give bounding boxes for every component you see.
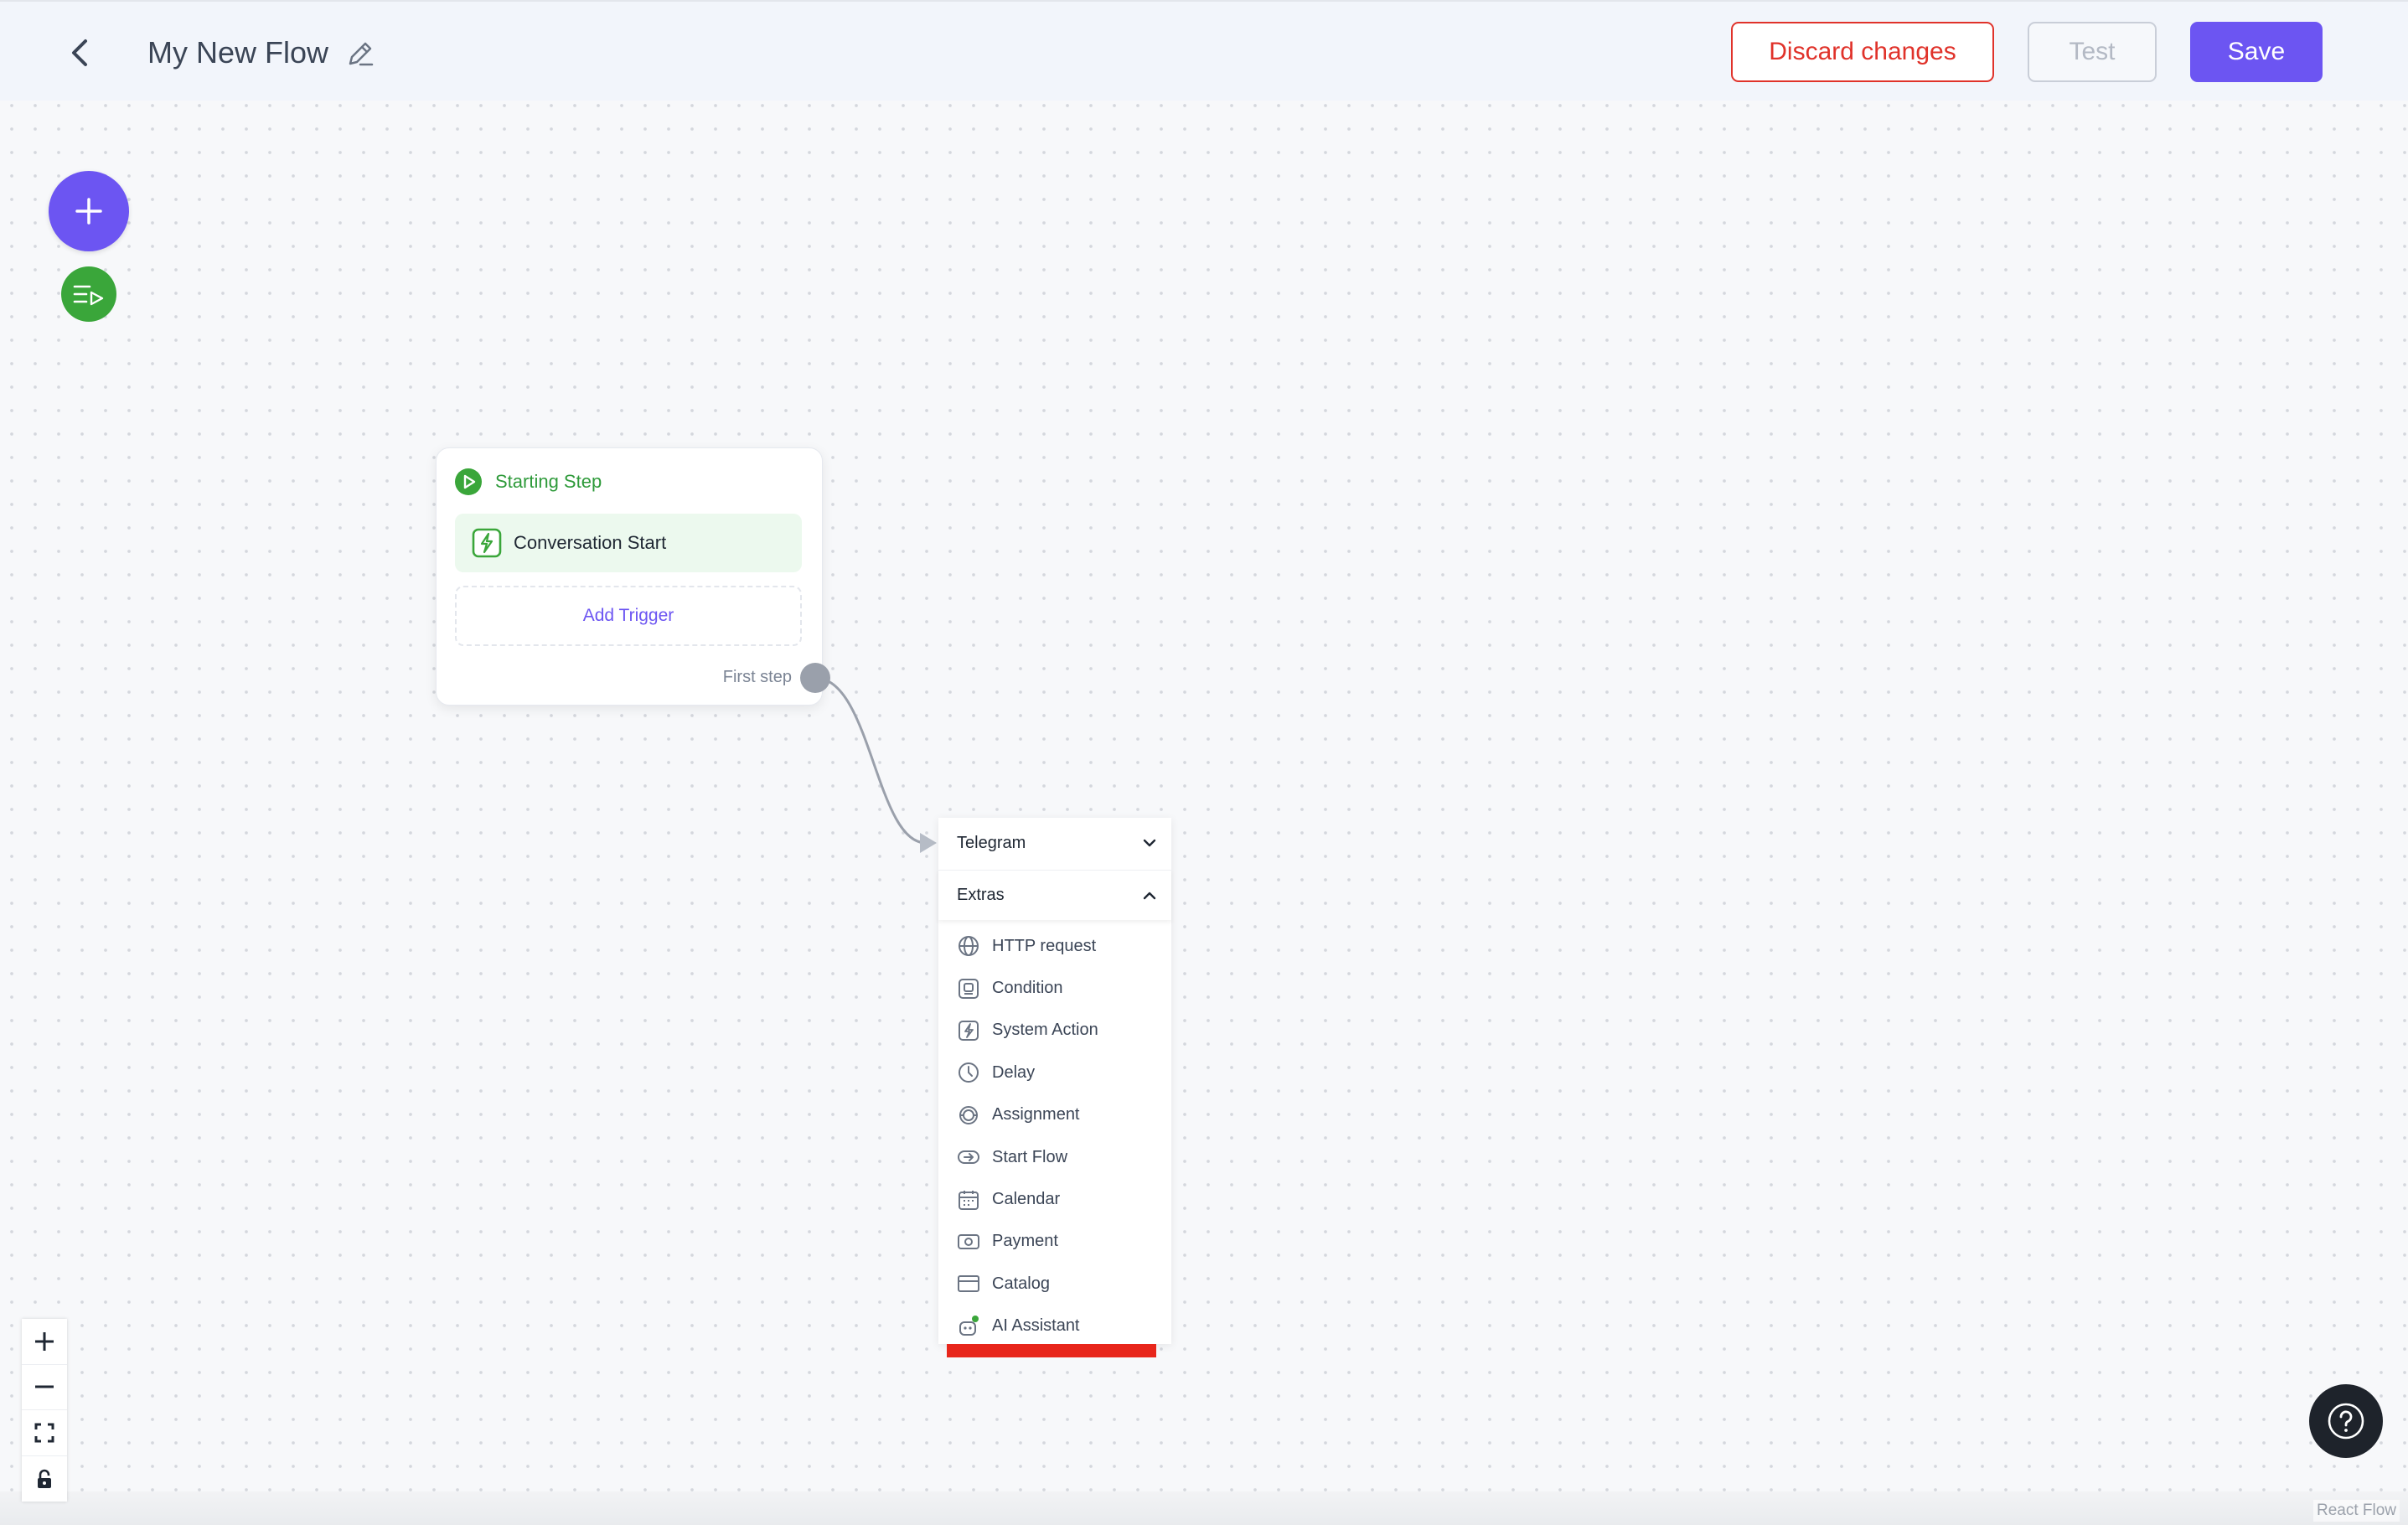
payment-icon <box>958 1233 979 1249</box>
menu-item-condition[interactable]: Condition <box>957 967 1098 1009</box>
question-circle-icon <box>2328 1403 2364 1440</box>
menu-item-label: Payment <box>992 1232 1058 1251</box>
menu-item-label: Catalog <box>992 1274 1050 1293</box>
section-extras[interactable]: Extras <box>938 870 1171 920</box>
menu-item-calendar[interactable]: Calendar <box>957 1178 1098 1220</box>
calendar-icon <box>959 1190 979 1210</box>
minus-icon <box>35 1385 54 1388</box>
globe-icon <box>959 936 979 957</box>
menu-item-label: HTTP request <box>992 936 1097 955</box>
play-circle-icon <box>455 468 482 495</box>
bolt-icon <box>959 1020 979 1041</box>
trigger-label: Conversation Start <box>514 532 667 553</box>
menu-item-http-request[interactable]: HTTP request <box>957 925 1098 967</box>
step-type-menu: Telegram Extras HTTP request Condition S… <box>938 818 1171 1344</box>
zoom-out-button[interactable] <box>22 1365 67 1410</box>
chevron-up-icon <box>1143 892 1156 899</box>
menu-item-label: Condition <box>992 979 1063 998</box>
condition-icon <box>959 978 979 999</box>
menu-item-start-flow[interactable]: Start Flow <box>957 1136 1098 1178</box>
chevron-down-icon <box>1143 839 1156 847</box>
menu-item-label: Delay <box>992 1062 1036 1082</box>
highlight-marker <box>947 1344 1156 1357</box>
plus-icon <box>35 1331 54 1351</box>
menu-item-delay[interactable]: Delay <box>957 1052 1098 1093</box>
fit-view-icon <box>34 1423 54 1443</box>
section-telegram[interactable]: Telegram <box>938 818 1171 868</box>
zoom-controls <box>22 1319 67 1502</box>
menu-item-catalog[interactable]: Catalog <box>957 1263 1098 1305</box>
menu-item-ai-assistant[interactable]: AI Assistant <box>957 1305 1098 1347</box>
connection-edge <box>814 676 937 853</box>
menu-item-label: Start Flow <box>992 1147 1068 1166</box>
trigger-conversation-start[interactable]: Conversation Start <box>455 514 802 572</box>
menu-item-payment[interactable]: Payment <box>957 1221 1098 1263</box>
handle-label: First step <box>722 668 792 686</box>
menu-item-label: Assignment <box>992 1105 1080 1124</box>
assignment-icon <box>959 1105 978 1124</box>
help-button[interactable] <box>2309 1384 2383 1458</box>
clock-icon <box>959 1062 979 1083</box>
menu-item-label: AI Assistant <box>992 1316 1080 1336</box>
ai-assistant-icon <box>959 1315 979 1336</box>
add-trigger-button[interactable]: Add Trigger <box>455 586 802 646</box>
first-step-handle[interactable] <box>800 663 830 693</box>
menu-item-system-action[interactable]: System Action <box>957 1010 1098 1052</box>
section-label: Extras <box>957 886 1005 904</box>
node-header: Starting Step <box>455 468 602 495</box>
start-flow-icon <box>958 1150 979 1165</box>
menu-item-label: Calendar <box>992 1190 1061 1209</box>
menu-item-assignment[interactable]: Assignment <box>957 1094 1098 1136</box>
bottom-strip <box>0 1491 2408 1525</box>
fit-view-button[interactable] <box>22 1410 67 1456</box>
react-flow-attribution[interactable]: React Flow <box>2312 1500 2400 1522</box>
catalog-icon <box>958 1275 979 1293</box>
zoom-in-button[interactable] <box>22 1319 67 1365</box>
section-label: Telegram <box>957 833 1026 852</box>
node-title: Starting Step <box>495 471 602 492</box>
lock-icon <box>38 1469 51 1488</box>
starting-step-node[interactable]: Starting Step Conversation Start Add Tri… <box>436 447 823 706</box>
bolt-icon <box>472 528 502 558</box>
lock-button[interactable] <box>22 1456 67 1502</box>
menu-item-label: System Action <box>992 1021 1098 1040</box>
